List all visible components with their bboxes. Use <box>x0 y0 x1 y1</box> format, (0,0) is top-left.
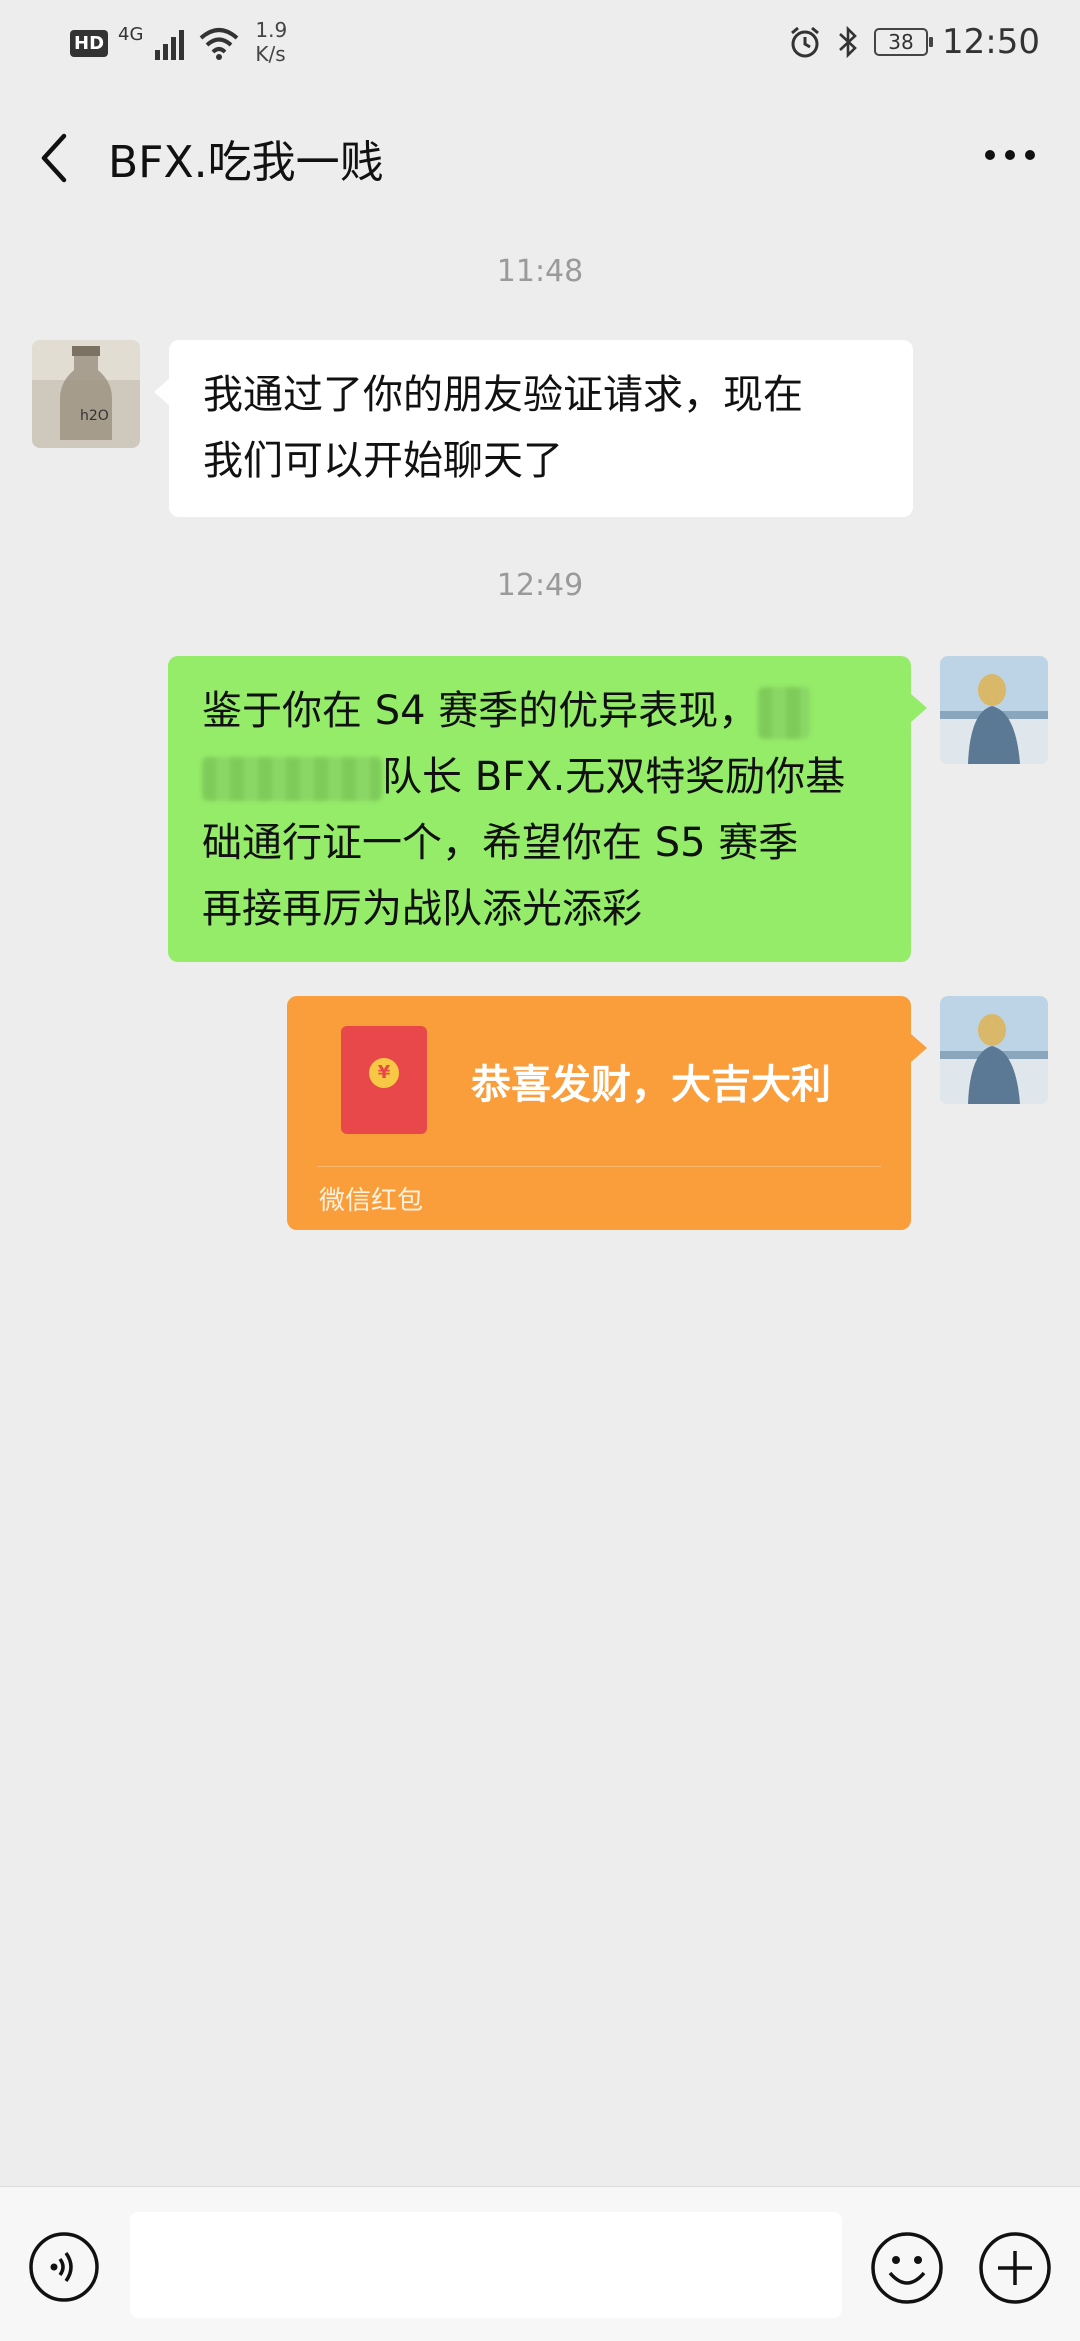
speed-unit: K/s <box>255 42 286 66</box>
speed-value: 1.9 <box>255 18 288 42</box>
status-left: HD 4G 1.9 K/s <box>70 18 287 66</box>
message-line: 鉴于你在 S4 赛季的优异表现， <box>202 678 877 744</box>
message-line: 再接再厉为战队添光添彩 <box>202 886 642 932</box>
wifi-icon <box>200 28 239 60</box>
network-speed: 1.9 K/s <box>255 18 287 66</box>
self-avatar[interactable] <box>940 656 1048 764</box>
chat-title: BFX.吃我一贱 <box>108 137 384 188</box>
red-packet-title: 恭喜发财，大吉大利 <box>471 1062 831 1108</box>
input-bar <box>0 2186 1080 2341</box>
message-line: 础通行证一个，希望你在 S5 赛季 <box>202 820 799 866</box>
outgoing-message-bubble[interactable]: 鉴于你在 S4 赛季的优异表现， 队长 BFX.无双特奖励你基 础通行证一个，希… <box>168 656 911 962</box>
red-packet-message[interactable]: ¥ 恭喜发财，大吉大利 微信红包 <box>287 996 911 1230</box>
message-line: 我们可以开始聊天了 <box>203 438 563 484</box>
status-bar: HD 4G 1.9 K/s 38 12:50 <box>0 0 1080 90</box>
hd-badge: HD <box>70 30 109 57</box>
voice-icon[interactable] <box>28 2231 100 2303</box>
red-packet-icon: ¥ <box>341 1026 427 1134</box>
self-avatar[interactable] <box>940 996 1048 1104</box>
contact-avatar[interactable]: h2O <box>32 340 140 448</box>
status-time: 12:50 <box>942 22 1040 62</box>
chat-header: BFX.吃我一贱 <box>0 90 1080 220</box>
timestamp: 12:49 <box>496 568 584 603</box>
blurred-text <box>758 687 811 739</box>
bluetooth-icon <box>839 25 857 59</box>
plus-icon[interactable] <box>978 2231 1052 2305</box>
yuan-coin-icon: ¥ <box>369 1058 399 1088</box>
message-line: 队长 BFX.无双特奖励你基 <box>202 744 877 810</box>
red-packet-divider <box>317 1166 881 1167</box>
message-line: 我通过了你的朋友验证请求，现在 <box>203 372 803 418</box>
bubble-tail <box>154 378 170 406</box>
network-type: 4G <box>118 24 144 45</box>
bubble-tail <box>911 694 927 722</box>
alarm-icon <box>791 26 819 58</box>
timestamp: 11:48 <box>496 254 584 289</box>
signal-icon <box>155 30 185 60</box>
more-icon[interactable] <box>980 140 1040 170</box>
back-icon[interactable] <box>30 128 80 188</box>
red-packet-label: 微信红包 <box>319 1186 424 1216</box>
blurred-text <box>202 757 382 801</box>
bubble-tail <box>911 1034 927 1062</box>
emoji-icon[interactable] <box>870 2231 944 2305</box>
battery-indicator: 38 <box>874 28 934 56</box>
battery-level: 38 <box>888 30 914 54</box>
incoming-message-bubble[interactable]: 我通过了你的朋友验证请求，现在 我们可以开始聊天了 <box>169 340 913 517</box>
svg-text:h2O: h2O <box>80 408 109 424</box>
status-right: 38 12:50 <box>788 22 1040 62</box>
message-input[interactable] <box>130 2212 842 2318</box>
